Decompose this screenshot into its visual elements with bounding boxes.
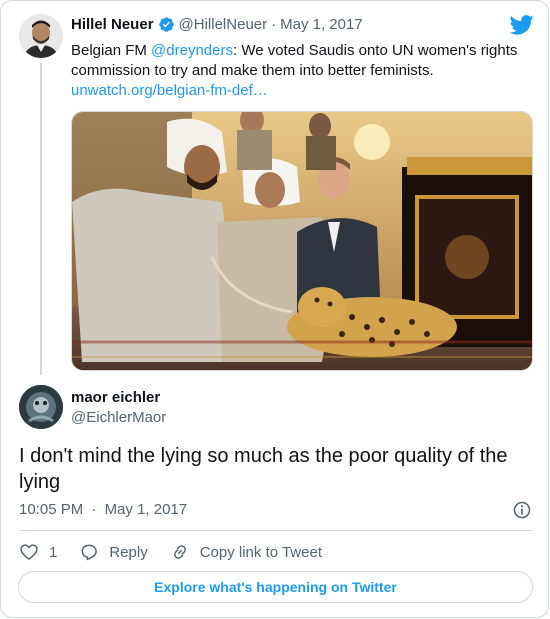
reply-label: Reply [109, 543, 148, 561]
heart-icon [20, 544, 38, 560]
explore-twitter-button[interactable]: Explore what's happening on Twitter [18, 571, 533, 603]
separator-dot: · [271, 16, 277, 33]
tweet-date[interactable]: May 1, 2017 [280, 16, 363, 33]
verified-badge-icon [158, 17, 174, 32]
tweet-text: Belgian FM @dreynders: We voted Saudis o… [71, 41, 531, 101]
action-bar: 1 Reply Copy link to Tweet [19, 541, 344, 563]
reply-author-avatar[interactable] [19, 385, 63, 429]
author-name[interactable]: Hillel Neuer [71, 16, 154, 33]
twitter-bird-icon[interactable] [510, 15, 534, 35]
like-count: 1 [49, 543, 58, 561]
reply-author-name[interactable]: maor eichler [71, 389, 166, 406]
tweet-text-prefix: Belgian FM [71, 42, 152, 59]
link-icon [173, 545, 186, 559]
author-handle[interactable]: @HillelNeuer [179, 16, 268, 33]
reply-timestamp[interactable]: 10:05 PM · May 1, 2017 [19, 501, 187, 518]
separator-dot: · [91, 501, 97, 518]
thread-connector-line [40, 63, 42, 375]
like-button[interactable]: 1 [19, 542, 57, 562]
reply-button[interactable]: Reply [79, 542, 148, 562]
divider [19, 530, 533, 531]
tweet-embed-card: Hillel Neuer @HillelNeuer · May 1, 2017 … [0, 0, 549, 618]
reply-tweet-text: I don't mind the lying so much as the po… [19, 445, 508, 493]
info-icon[interactable] [512, 500, 532, 520]
reply-author-handle[interactable]: @EichlerMaor [71, 409, 166, 426]
reply-date[interactable]: May 1, 2017 [105, 501, 188, 518]
reply-icon [81, 544, 98, 561]
reply-author-block: maor eichler @EichlerMaor [71, 389, 166, 426]
author-avatar[interactable] [19, 14, 63, 58]
mention-link[interactable]: @dreynders [151, 42, 233, 59]
copy-link-button[interactable]: Copy link to Tweet [170, 542, 322, 562]
tweet-photo[interactable] [71, 111, 533, 371]
reply-time[interactable]: 10:05 PM [19, 501, 83, 518]
article-link[interactable]: unwatch.org/belgian-fm-def… [71, 82, 268, 99]
copy-link-label: Copy link to Tweet [199, 543, 322, 561]
tweet-header: Hillel Neuer @HillelNeuer · May 1, 2017 [71, 16, 363, 33]
